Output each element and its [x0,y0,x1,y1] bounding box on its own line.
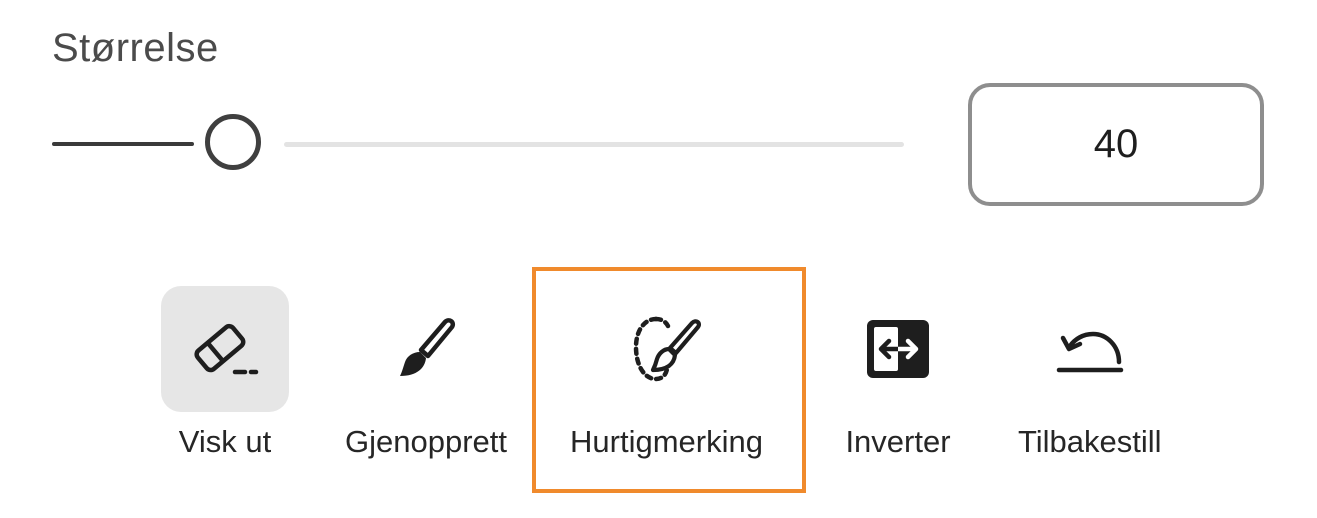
reset-icon [1056,331,1124,373]
tool-restore-label: Gjenopprett [345,424,507,459]
tool-reset-label: Tilbakestill [1018,424,1162,459]
slider-thumb[interactable] [205,114,261,170]
eraser-icon [194,323,259,375]
tool-restore[interactable]: Gjenopprett [345,270,507,462]
tool-quick-select-button[interactable] [602,286,730,412]
size-slider[interactable] [52,112,904,176]
tool-restore-button[interactable] [362,286,490,412]
quick-select-brush-icon [634,316,702,382]
tool-erase-label: Visk ut [178,424,272,459]
tool-quick-select[interactable]: Hurtigmerking [570,270,763,462]
size-value-field[interactable]: 40 [968,83,1264,206]
invert-icon [867,320,929,378]
tool-reset-button[interactable] [1026,286,1154,412]
tool-reset[interactable]: Tilbakestill [1018,270,1162,462]
size-label: Størrelse [52,26,219,70]
tool-erase-button[interactable] [161,286,289,412]
tool-invert-button[interactable] [834,286,962,412]
slider-track[interactable] [284,142,904,147]
tool-invert-label: Inverter [845,424,951,459]
tool-quick-select-label: Hurtigmerking [570,424,763,459]
slider-fill [52,142,194,146]
tool-invert[interactable]: Inverter [834,270,962,462]
tool-erase[interactable]: Visk ut [161,270,289,462]
brush-icon [400,318,455,376]
